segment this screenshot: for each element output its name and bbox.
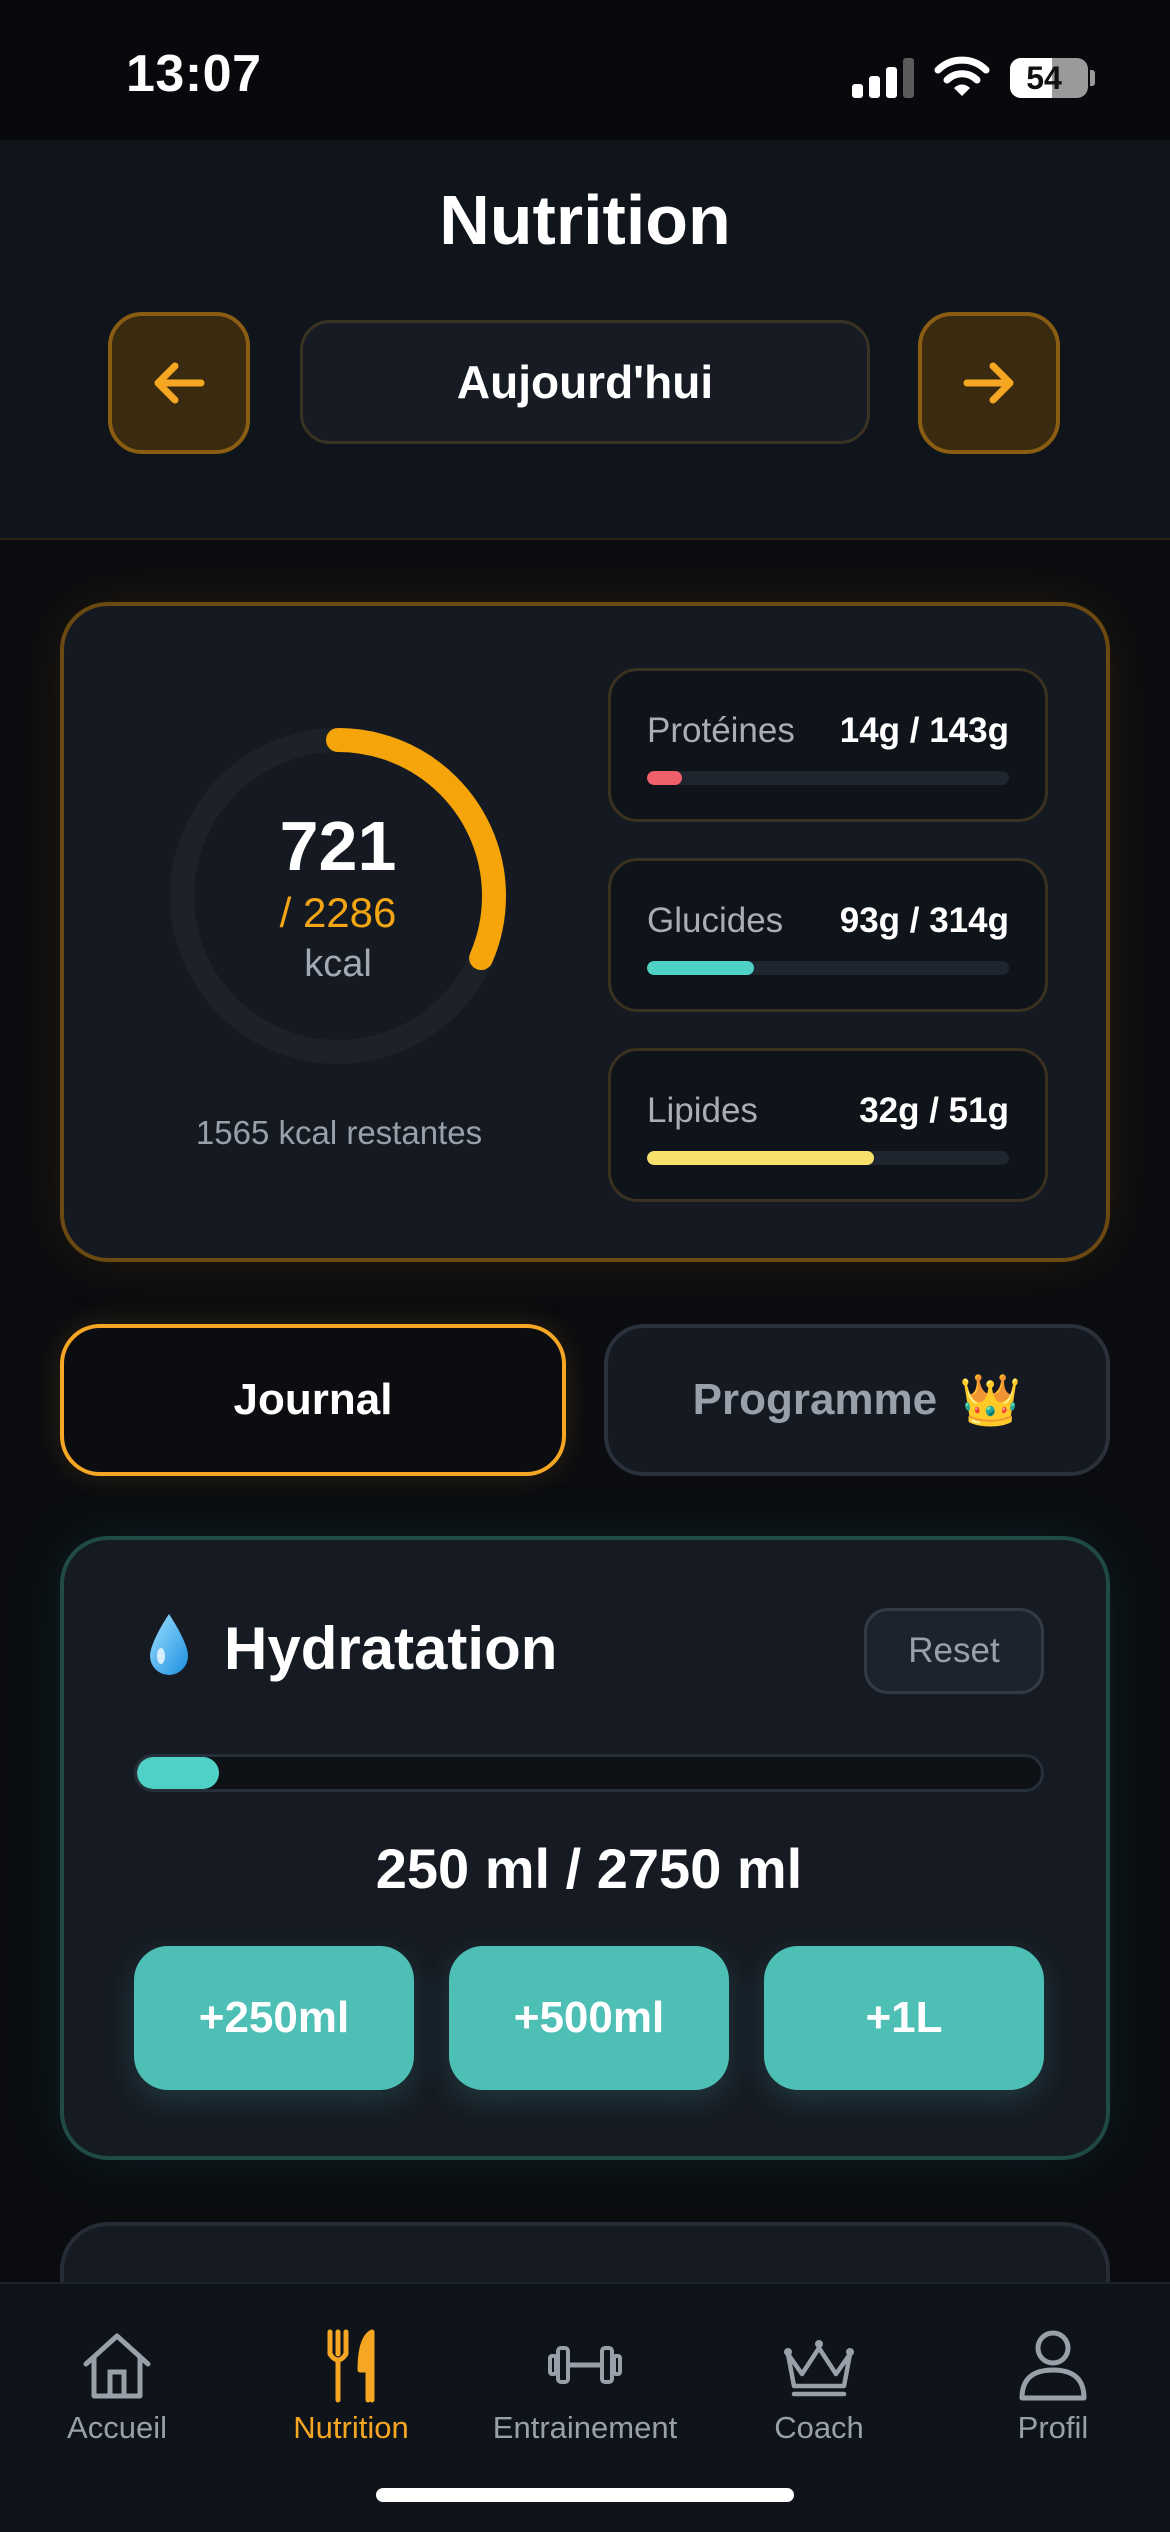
macro-progress-track [647,961,1009,975]
arrow-left-icon [154,362,205,404]
macro-carbs: Glucides 93g / 314g [608,858,1048,1012]
previous-day-button[interactable] [108,312,250,454]
nav-label: Accueil [67,2410,167,2445]
macro-progress-bar [647,1151,874,1165]
macro-progress-track [647,1151,1009,1165]
nav-nutrition[interactable]: Nutrition [234,2306,468,2456]
calories-remaining: 1565 kcal restantes [195,1114,483,1151]
macro-value: 93g / 314g [839,901,1009,940]
macro-name: Glucides [647,901,784,940]
fork-knife-icon [327,2329,375,2403]
nav-label: Profil [1017,2410,1089,2445]
calories-unit: kcal [304,943,372,985]
crown-icon [784,2340,854,2397]
crown-icon: 👑 [959,1371,1022,1428]
nav-profil[interactable]: Profil [936,2306,1170,2456]
add-500ml-button[interactable]: +500ml [449,1946,729,2090]
next-day-button[interactable] [918,312,1060,454]
macro-progress-bar [647,961,755,975]
nav-accueil[interactable]: Accueil [0,2306,234,2456]
hydration-progress-fill [137,1757,220,1789]
calories-consumed: 721 [279,807,397,885]
battery-level: 54 [1026,60,1062,96]
date-selector[interactable]: Aujourd'hui [300,320,870,444]
macro-name: Lipides [647,1091,758,1130]
hydration-progress-track [134,1754,1044,1792]
nutrition-header: Nutrition Aujourd'hui [0,140,1170,540]
cellular-signal-icon [852,58,914,98]
page-title: Nutrition [439,181,731,259]
calorie-summary-card: 721 / 2286 kcal 1565 kcal restantes Prot… [60,602,1110,1262]
add-1l-button[interactable]: +1L [764,1946,1044,2090]
arrow-right-icon [963,362,1014,404]
macro-name: Protéines [647,711,795,750]
battery-icon: 54 [1010,58,1088,98]
dumbbell-icon [548,2346,622,2384]
home-icon [83,2333,151,2399]
person-icon [1019,2330,1087,2401]
macro-proteins: Protéines 14g / 143g [608,668,1048,822]
water-drop-icon [150,1614,188,1675]
macro-value: 14g / 143g [839,711,1009,750]
hydration-card: Hydratation Reset 250 ml / 2750 ml +250m… [60,1536,1110,2160]
macro-progress-bar [647,771,683,785]
tab-journal[interactable]: Journal [60,1324,566,1476]
macro-value: 32g / 51g [859,1091,1009,1130]
macro-fats: Lipides 32g / 51g [608,1048,1048,1202]
status-bar: 13:07 54 [0,0,1170,140]
tab-programme[interactable]: Programme 👑 [604,1324,1110,1476]
tab-programme-label: Programme [692,1375,938,1424]
status-time: 13:07 [126,45,262,103]
add-250ml-button[interactable]: +250ml [134,1946,414,2090]
wifi-icon [934,56,990,96]
macro-progress-track [647,771,1009,785]
nav-label: Coach [774,2410,864,2445]
nutrition-screen: 13:07 54 Nutrition Aujourd'hui 721 / 228… [0,0,1170,2532]
hydration-amount: 250 ml / 2750 ml [375,1837,803,1900]
tab-journal-label: Journal [233,1375,393,1424]
nav-entrainement[interactable]: Entrainement [468,2306,702,2456]
nav-label: Nutrition [293,2410,409,2445]
battery-tip [1090,70,1095,86]
hydration-reset-button[interactable]: Reset [864,1608,1044,1694]
calories-goal: / 2286 [279,889,397,936]
calorie-readout: 721 / 2286 kcal [168,811,508,986]
hydration-title: Hydratation [224,1615,558,1682]
home-indicator[interactable] [376,2488,794,2502]
nav-label: Entrainement [492,2410,678,2445]
nav-coach[interactable]: Coach [702,2306,936,2456]
